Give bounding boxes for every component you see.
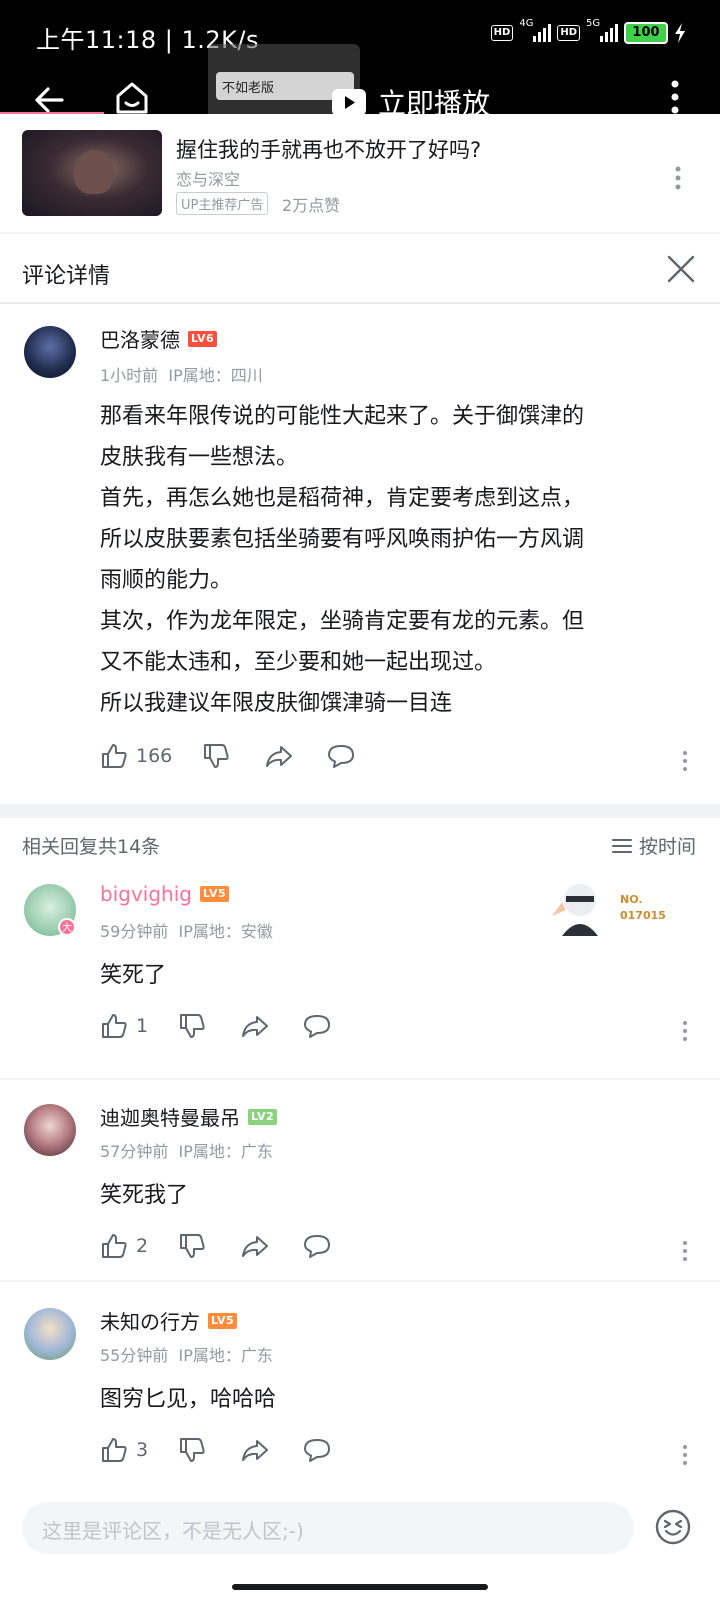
reply-bubble-icon[interactable]: [302, 1012, 332, 1040]
emoji-icon[interactable]: [654, 1508, 692, 1546]
comment-user[interactable]: 巴洛蒙德 LV6: [100, 324, 218, 353]
hd-icon: HD: [490, 25, 514, 41]
thumbs-up-icon: [102, 1234, 127, 1258]
reply-user[interactable]: 未知の行方 LV5: [100, 1306, 238, 1335]
video-top-bar: 不如老版 立即播放: [0, 44, 720, 148]
share-icon[interactable]: [240, 1232, 270, 1260]
replies-count: 相关回复共14条: [22, 836, 161, 858]
comment-more-icon[interactable]: [682, 750, 688, 772]
charging-icon: [675, 23, 685, 43]
section-divider: [0, 804, 720, 818]
comment-input[interactable]: 这里是评论区，不是无人区;-): [22, 1502, 634, 1554]
ad-likes: 2万点赞: [282, 196, 341, 215]
status-icons: HD 4G HD 5G 100: [490, 18, 686, 44]
ad-card[interactable]: 握住我的手就再也不放开了好吗? 恋与深空 UP主推荐广告 2万点赞: [0, 114, 720, 234]
reply-meta: 57分钟前 IP属地：广东: [100, 1142, 273, 1161]
thumbs-up-icon: [102, 1014, 127, 1038]
thumbs-down-icon[interactable]: [178, 1436, 206, 1464]
ad-channel: 恋与深空: [176, 170, 241, 189]
home-icon[interactable]: [112, 78, 152, 118]
share-icon[interactable]: [240, 1012, 270, 1040]
thumbs-up-icon: [102, 744, 127, 768]
comment-text: 那看来年限传说的可能性大起来了。关于御馔津的 皮肤我有一些想法。 首先，再怎么她…: [100, 404, 585, 716]
like-count: 1: [136, 1015, 149, 1037]
ad-title[interactable]: 握住我的手就再也不放开了好吗?: [176, 134, 481, 164]
like-button[interactable]: 166: [100, 742, 172, 770]
status-bar: 上午11:18 | 1.2K/s HD 4G HD 5G 100: [0, 0, 720, 66]
comment-actions: 166: [100, 742, 356, 770]
sort-icon: [611, 838, 632, 853]
reply-more-icon[interactable]: [682, 1240, 688, 1262]
reply-meta: 55分钟前 IP属地：广东: [100, 1346, 273, 1365]
more-vertical-icon[interactable]: [670, 80, 680, 114]
comment-input-bar: 这里是评论区，不是无人区;-): [0, 1482, 720, 1562]
reply-text: 图穷匕见，哈哈哈: [100, 1387, 277, 1412]
reply-actions: 2: [100, 1232, 332, 1260]
thumbs-down-icon[interactable]: [178, 1232, 206, 1260]
reply-more-icon[interactable]: [682, 1020, 688, 1042]
level-badge: LV5: [208, 1312, 238, 1329]
reply-bubble-icon[interactable]: [302, 1436, 332, 1464]
like-count: 166: [136, 745, 173, 767]
reply-user[interactable]: bigvighig LV5: [100, 882, 230, 906]
reply-divider: [0, 1280, 720, 1282]
hd-icon-2: HD: [557, 25, 580, 41]
signal-4g-icon: 4G: [519, 18, 552, 42]
reply-bubble-icon[interactable]: [326, 742, 356, 770]
comment-detail-header: 评论详情: [0, 236, 720, 304]
close-icon[interactable]: [666, 254, 696, 284]
reply-more-icon[interactable]: [682, 1444, 688, 1466]
page-title: 评论详情: [22, 264, 111, 289]
like-button[interactable]: 1: [100, 1012, 148, 1040]
sort-by-time-button[interactable]: 按时间: [611, 832, 696, 859]
vip-badge-icon: 大: [58, 918, 76, 936]
reply-actions: 1: [100, 1012, 332, 1040]
reply-user[interactable]: 迪迦奥特曼最吊 LV2: [100, 1102, 278, 1131]
avatar[interactable]: [24, 1308, 76, 1360]
ad-more-icon[interactable]: [674, 166, 682, 190]
comment-meta: 1小时前 IP属地：四川: [100, 366, 263, 385]
share-icon[interactable]: [240, 1436, 270, 1464]
sort-label: 按时间: [638, 836, 696, 858]
reply-divider: [0, 1078, 720, 1080]
ad-thumbnail[interactable]: [22, 130, 162, 216]
thumbs-down-icon[interactable]: [202, 742, 230, 770]
reply-bubble-icon[interactable]: [302, 1232, 332, 1260]
fan-medal-number: NO. 017015: [620, 893, 666, 922]
like-button[interactable]: 2: [100, 1232, 148, 1260]
thumbs-up-icon: [102, 1438, 127, 1462]
level-badge: LV5: [199, 886, 230, 902]
level-badge: LV2: [248, 1108, 278, 1125]
reply-text: 笑死了: [100, 963, 167, 988]
reply-actions: 3: [100, 1436, 332, 1464]
share-icon[interactable]: [264, 742, 294, 770]
avatar[interactable]: [24, 1104, 76, 1156]
signal-5g-icon: 5G: [586, 18, 618, 42]
avatar[interactable]: [24, 326, 76, 378]
level-badge: LV6: [188, 330, 218, 347]
reply-meta: 59分钟前 IP属地：安徽: [100, 922, 273, 941]
ad-tag: UP主推荐广告: [176, 192, 269, 215]
battery-icon: 100: [624, 22, 668, 44]
like-count: 2: [136, 1235, 149, 1257]
like-button[interactable]: 3: [100, 1436, 148, 1464]
reply-text: 笑死我了: [100, 1183, 189, 1208]
like-count: 3: [136, 1439, 149, 1461]
home-indicator[interactable]: [232, 1584, 488, 1590]
thumbs-down-icon[interactable]: [178, 1012, 206, 1040]
